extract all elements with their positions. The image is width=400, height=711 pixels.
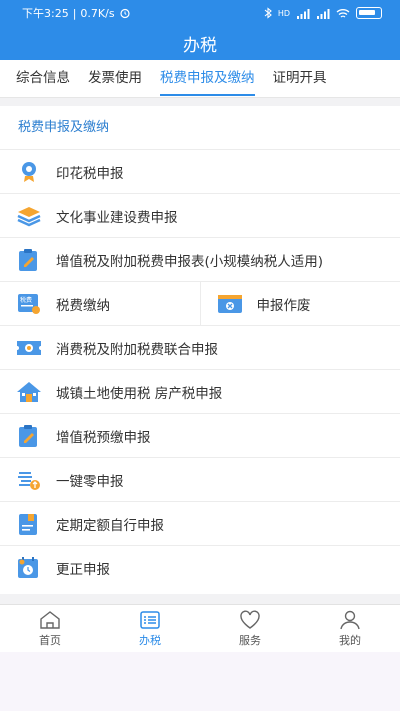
signal-icon: [297, 8, 310, 19]
wifi-icon: [336, 8, 350, 18]
list-item-stamp-tax[interactable]: 印花税申报: [0, 150, 400, 194]
app-header: 下午3:25 | 0.7K/s HD 办税: [0, 0, 400, 60]
alarm-icon: [119, 8, 130, 19]
list-item-label: 增值税及附加税费申报表(小规模纳税人适用): [56, 253, 324, 270]
tab-bar: 综合信息 发票使用 税费申报及缴纳 证明开具: [0, 60, 400, 98]
user-icon: [340, 610, 360, 629]
page-title: 办税: [183, 35, 217, 56]
void-doc-icon: [217, 291, 243, 317]
list-item-correction[interactable]: 更正申报: [0, 546, 400, 590]
list-item-tax-payment[interactable]: 税费 税费缴纳: [0, 282, 200, 326]
tab-tax-declaration[interactable]: 税费申报及缴纳: [151, 60, 264, 98]
nav-mine[interactable]: 我的: [300, 605, 400, 652]
zero-declare-icon: [16, 467, 42, 493]
list-item-label: 更正申报: [56, 562, 110, 578]
nav-mine-label: 我的: [339, 633, 361, 647]
calendar-clock-icon: [16, 555, 42, 581]
nav-home-label: 首页: [39, 633, 61, 647]
list-item-label: 一键零申报: [56, 473, 124, 490]
tax-card-icon: 税费: [16, 291, 42, 317]
nav-service[interactable]: 服务: [200, 605, 300, 652]
list-item-vat-prepay[interactable]: 增值税预缴申报: [0, 414, 400, 458]
list-item-culture-fee[interactable]: 文化事业建设费申报: [0, 194, 400, 238]
list-item-land-property[interactable]: 城镇土地使用税 房产税申报: [0, 370, 400, 414]
list-item-vat-small[interactable]: 增值税及附加税费申报表(小规模纳税人适用): [0, 238, 400, 282]
list-item-label: 定期定额自行申报: [56, 517, 164, 534]
battery-icon: [356, 7, 382, 19]
section-title: 税费申报及缴纳: [0, 106, 400, 150]
home-icon: [40, 610, 60, 629]
tax-declaration-list: 税费申报及缴纳 印花税申报 文化事业建设费申报 增值税及附加税费申报表(小规模纳…: [0, 106, 400, 594]
nav-service-label: 服务: [239, 633, 261, 647]
house-icon: [16, 379, 42, 405]
layers-icon: [16, 203, 42, 229]
nav-tax[interactable]: 办税: [100, 605, 200, 652]
list-item-label: 申报作废: [256, 297, 311, 314]
list-item-label: 消费税及附加税费联合申报: [56, 341, 218, 358]
ticket-icon: [16, 335, 42, 361]
list-item-void-declaration[interactable]: 申报作废: [199, 281, 400, 326]
tab-general-info[interactable]: 综合信息: [0, 60, 79, 98]
heart-icon: [240, 609, 260, 629]
split-row: 税费 税费缴纳 申报作废: [0, 281, 400, 326]
bluetooth-icon: [264, 7, 272, 19]
stamp-icon: [16, 159, 42, 185]
tab-invoice-use[interactable]: 发票使用: [79, 60, 151, 98]
list-item-label: 城镇土地使用税 房产税申报: [56, 385, 223, 402]
list-item-label: 印花税申报: [56, 165, 124, 182]
status-bar: 下午3:25 | 0.7K/s HD: [0, 0, 400, 26]
list-item-label: 文化事业建设费申报: [56, 209, 178, 226]
list-item-label: 税费缴纳: [56, 297, 110, 314]
document-icon: [16, 511, 42, 537]
tab-certificate[interactable]: 证明开具: [264, 60, 336, 98]
clipboard-pencil-icon: [16, 423, 42, 449]
list-item-label: 增值税预缴申报: [56, 429, 151, 446]
status-time: 下午3:25: [22, 7, 69, 20]
signal-hd-label: HD: [277, 8, 290, 18]
nav-home[interactable]: 首页: [0, 605, 100, 652]
tax-card-icon-text: 税费: [20, 296, 32, 304]
status-speed: 0.7K/s: [80, 6, 115, 20]
bottom-spacer: [0, 652, 400, 711]
nav-tax-label: 办税: [139, 633, 161, 647]
list-item-zero-declaration[interactable]: 一键零申报: [0, 458, 400, 502]
bottom-nav: 首页 办税 服务 我的: [0, 604, 400, 652]
list-item-consumption-tax[interactable]: 消费税及附加税费联合申报: [0, 326, 400, 370]
list-icon: [140, 610, 160, 629]
clipboard-pencil-icon: [16, 247, 42, 273]
list-item-fixed-quota[interactable]: 定期定额自行申报: [0, 502, 400, 546]
signal-2-icon: [317, 8, 330, 19]
